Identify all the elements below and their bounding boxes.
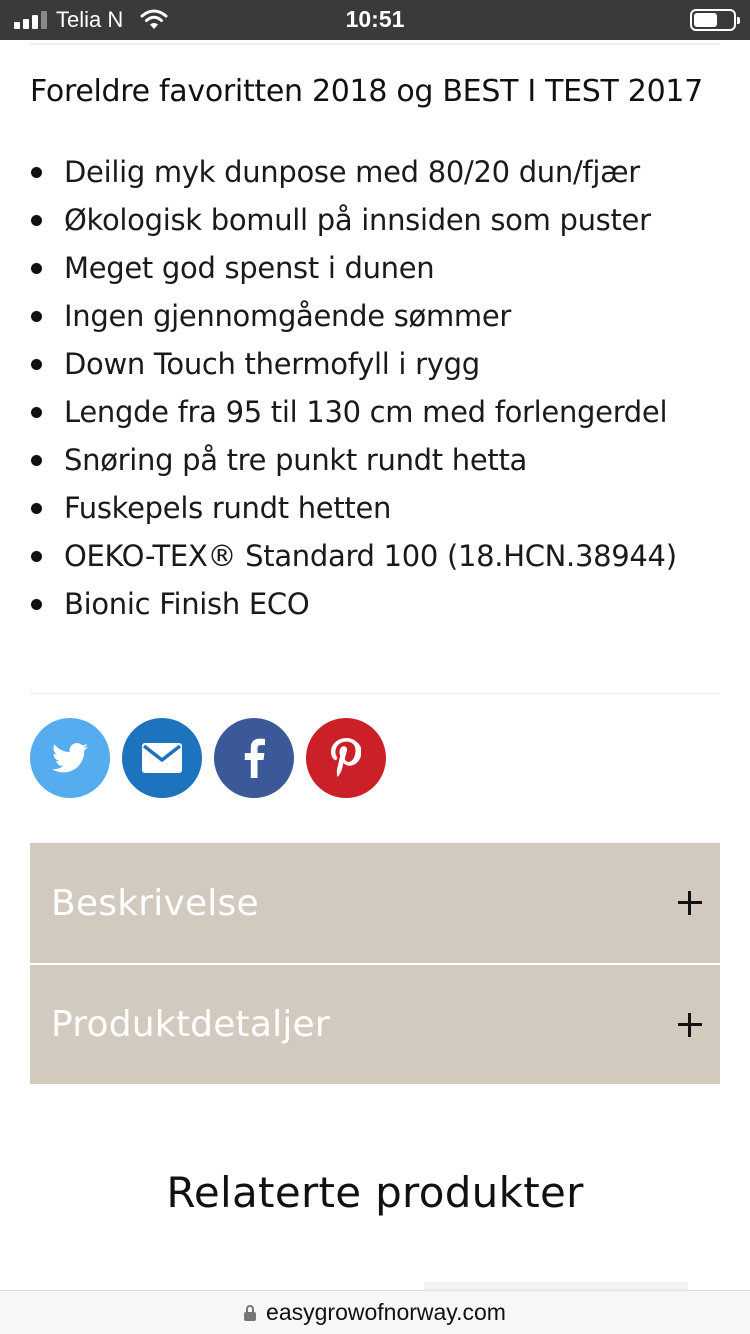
product-subtitle: Foreldre favoritten 2018 og BEST I TEST … (30, 74, 703, 109)
share-pinterest-button[interactable] (306, 718, 386, 798)
product-accordion: Beskrivelse Produktdetaljer (30, 843, 720, 1084)
battery-level (694, 13, 717, 27)
battery-icon (690, 9, 740, 31)
facebook-icon (244, 738, 265, 778)
feature-item: Snøring på tre punkt rundt hetta (30, 436, 730, 484)
feature-item: Økologisk bomull på innsiden som puster (30, 196, 730, 244)
related-products-heading: Relaterte produkter (166, 1168, 584, 1217)
email-icon (142, 743, 182, 773)
url-text[interactable]: easygrowofnorway.com (266, 1299, 506, 1325)
accordion-product-details[interactable]: Produktdetaljer (30, 963, 720, 1084)
feature-item: Fuskepels rundt hetten (30, 484, 730, 532)
divider (30, 43, 720, 45)
feature-item: Lengde fra 95 til 130 cm med forlengerde… (30, 388, 730, 436)
share-email-button[interactable] (122, 718, 202, 798)
feature-item: Down Touch thermofyll i rygg (30, 340, 730, 388)
plus-icon[interactable] (678, 1012, 702, 1037)
feature-item: Deilig myk dunpose med 80/20 dun/fjær (30, 148, 730, 196)
share-buttons (30, 718, 386, 798)
divider (30, 693, 720, 694)
accordion-title: Beskrivelse (51, 882, 259, 924)
lock-icon (244, 1305, 257, 1321)
clock: 10:51 (345, 6, 405, 32)
accordion-title: Produktdetaljer (51, 1004, 330, 1045)
feature-item: Bionic Finish ECO (30, 580, 730, 628)
feature-item: OEKO-TEX® Standard 100 (18.HCN.38944) (30, 532, 730, 580)
feature-item: Ingen gjennomgående sømmer (30, 292, 730, 340)
feature-list: Deilig myk dunpose med 80/20 dun/fjær Øko… (30, 148, 730, 628)
share-facebook-button[interactable] (214, 718, 294, 798)
accordion-description[interactable]: Beskrivelse (30, 843, 720, 963)
feature-item: Meget god spenst i dunen (30, 244, 730, 292)
twitter-icon (52, 743, 88, 773)
pinterest-icon (331, 738, 361, 778)
browser-url-bar[interactable]: easygrowofnorway.com (0, 1290, 750, 1334)
share-twitter-button[interactable] (30, 718, 110, 798)
plus-icon[interactable] (678, 891, 702, 915)
status-bar: Telia N 10:51 (0, 0, 750, 40)
